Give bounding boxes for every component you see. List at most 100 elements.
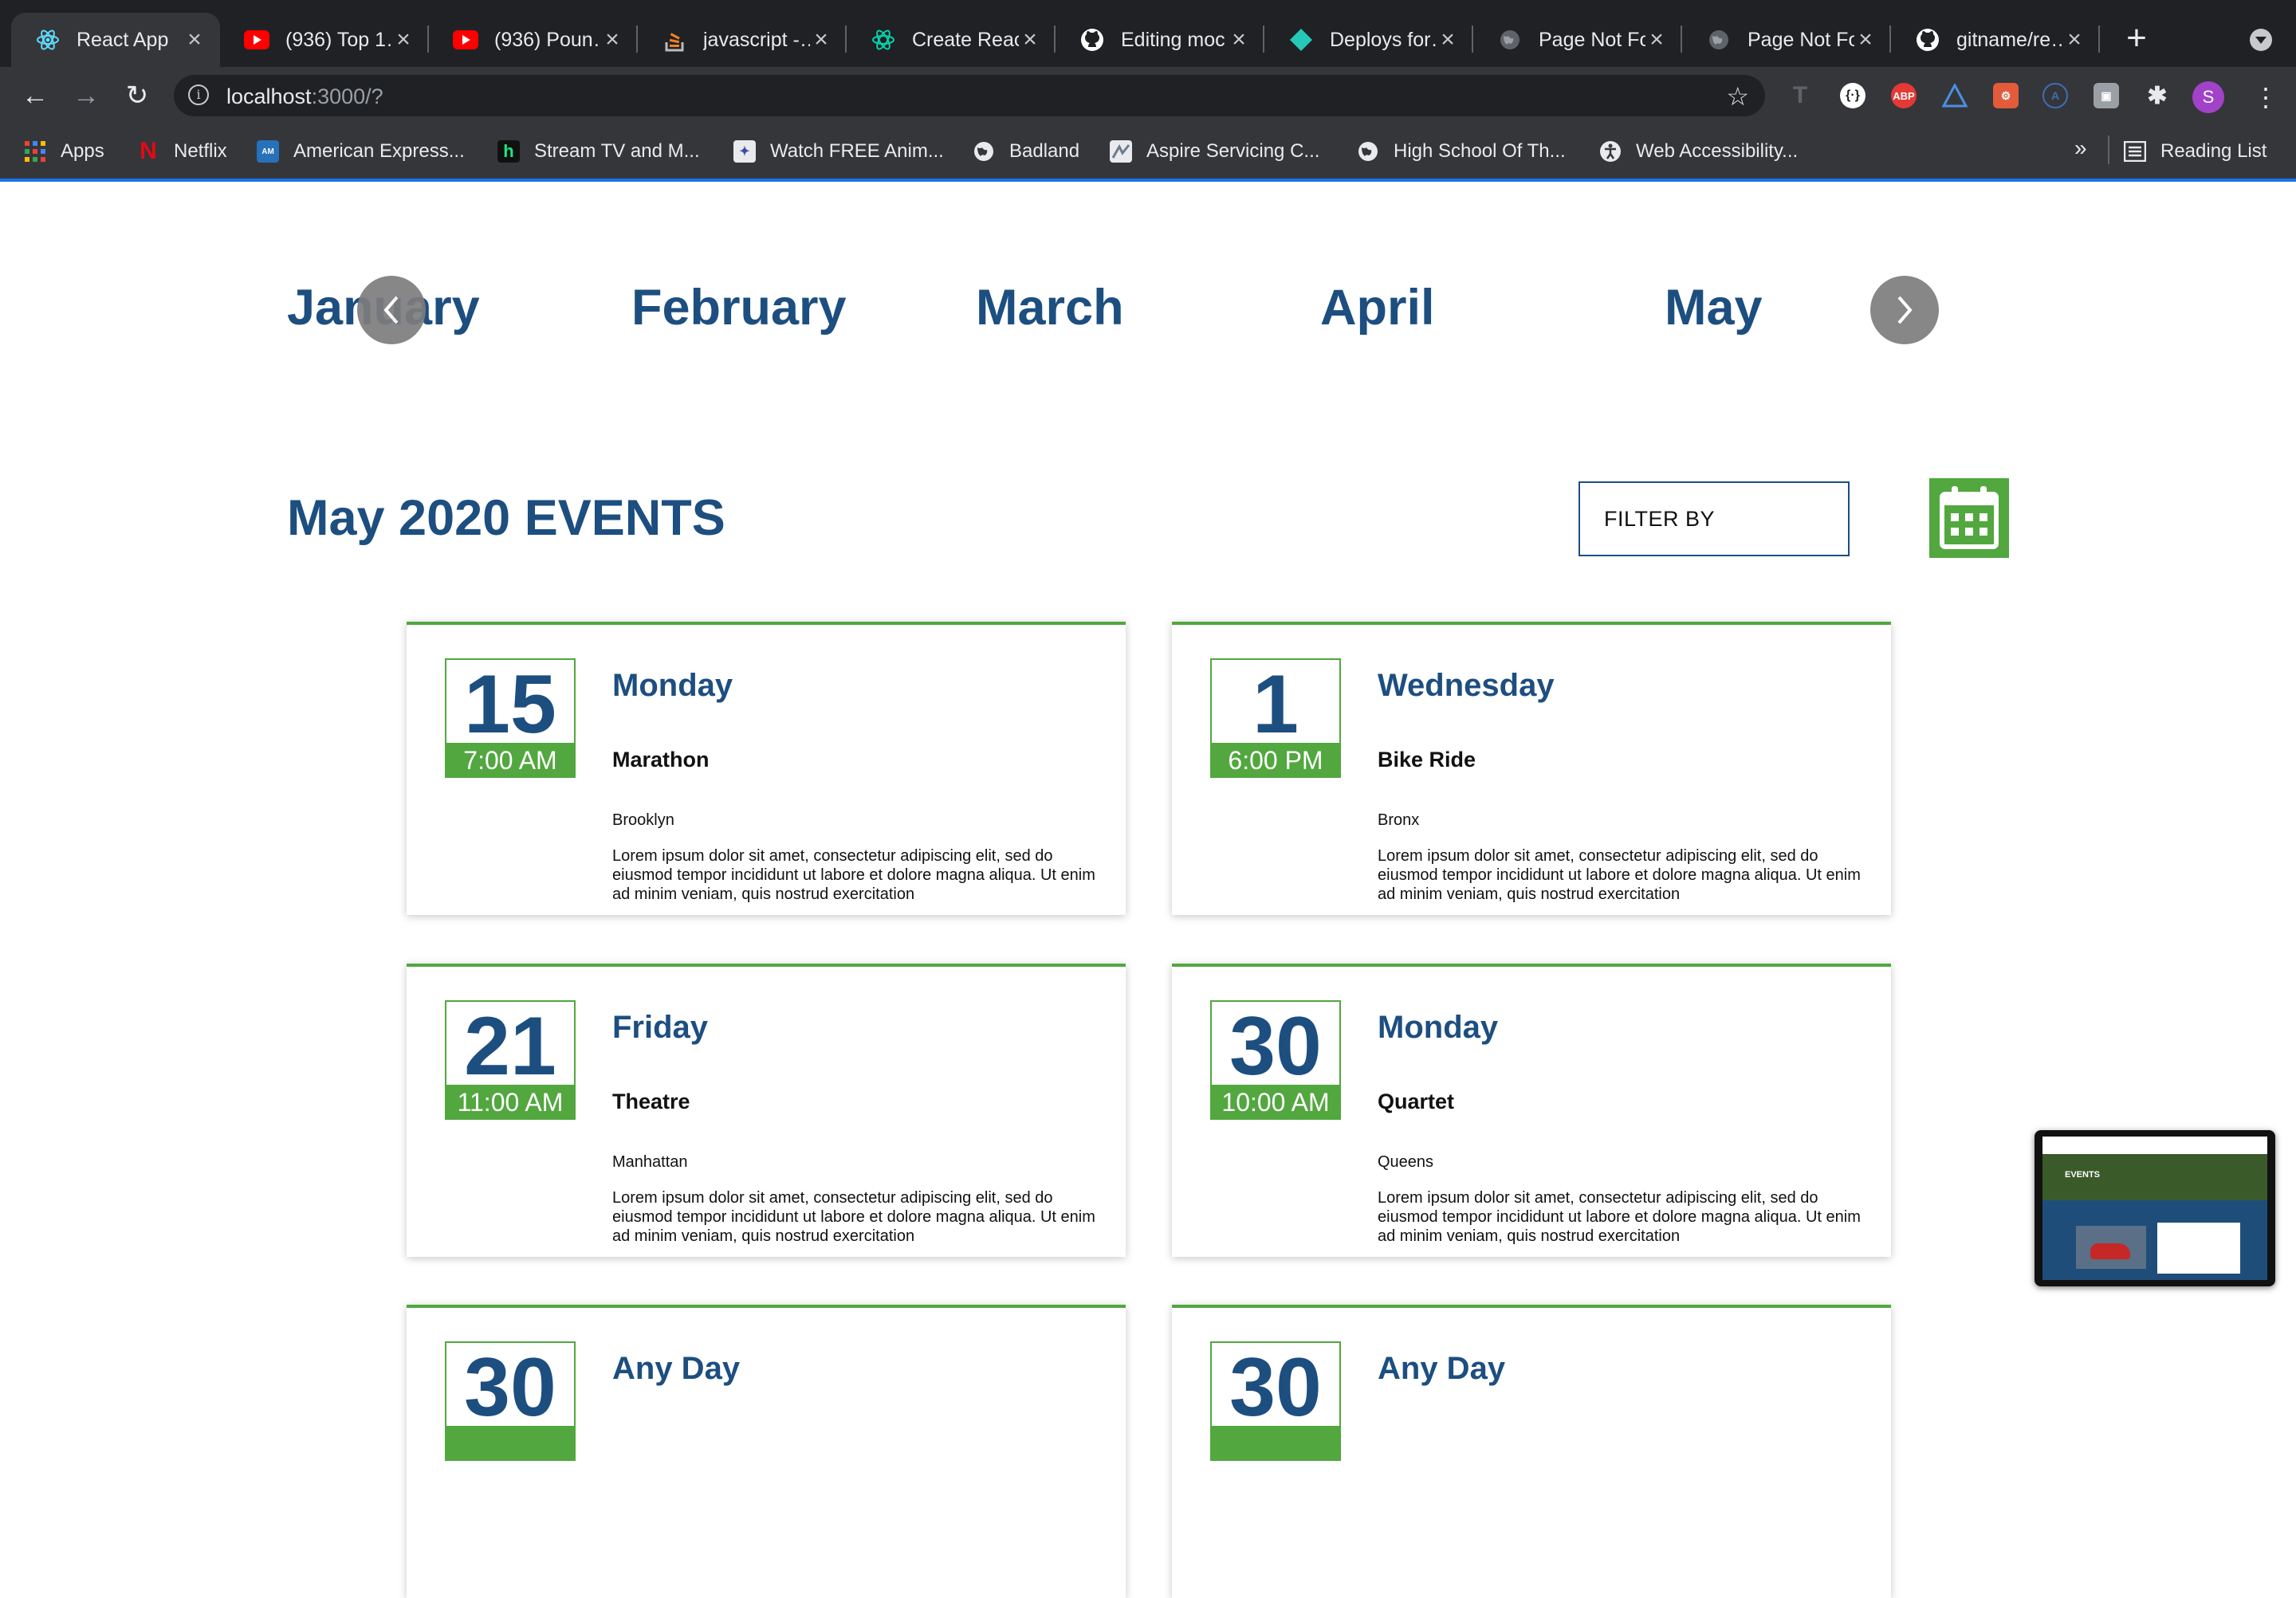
- bookmark-aspire[interactable]: Aspire Servicing C...: [1110, 134, 1319, 169]
- event-card[interactable]: 15 7:00 AM Monday Marathon Brooklyn Lore…: [407, 622, 1126, 915]
- anime-icon: ✦: [733, 140, 756, 163]
- reload-button[interactable]: ↻: [120, 78, 155, 113]
- event-card[interactable]: 21 11:00 AM Friday Theatre Manhattan Lor…: [407, 964, 1126, 1257]
- address-bar[interactable]: i localhost:3000/? ☆: [174, 75, 1765, 116]
- month-march[interactable]: March: [976, 279, 1124, 336]
- close-icon[interactable]: ×: [1854, 26, 1877, 53]
- close-icon[interactable]: ×: [1228, 26, 1250, 53]
- extension-puzzle-red-icon[interactable]: ⚙: [1993, 83, 2019, 108]
- bookmark-high-school[interactable]: High School Of Th...: [1357, 134, 1566, 169]
- close-icon[interactable]: ×: [183, 26, 206, 53]
- month-april[interactable]: April: [1320, 279, 1435, 336]
- extension-code-icon[interactable]: {·}: [1840, 83, 1866, 108]
- preview-card: [2157, 1223, 2240, 1274]
- close-icon[interactable]: ×: [1645, 26, 1668, 53]
- bookmark-apps[interactable]: Apps: [24, 134, 104, 169]
- event-card[interactable]: 30 Any Day: [1172, 1305, 1891, 1598]
- bookmarks-bar: Apps N Netflix AM American Express... h …: [0, 124, 2296, 182]
- event-card[interactable]: 30 Any Day: [407, 1305, 1126, 1598]
- close-icon[interactable]: ×: [810, 26, 832, 53]
- bookmark-web-accessibility[interactable]: Web Accessibility...: [1599, 134, 1798, 169]
- month-february[interactable]: February: [631, 279, 847, 336]
- tab-stackoverflow[interactable]: javascript -… ×: [638, 13, 847, 67]
- tab-search-icon[interactable]: [2250, 29, 2272, 51]
- tab-label: React App: [77, 28, 169, 51]
- event-day-number: 30: [1229, 1000, 1322, 1093]
- tab-label: javascript -…: [703, 28, 810, 51]
- adblock-icon[interactable]: ABP: [1891, 83, 1917, 108]
- event-name: Theatre: [612, 1090, 690, 1113]
- tab-label: Editing moc…: [1121, 28, 1228, 51]
- close-icon[interactable]: ×: [601, 26, 623, 53]
- extension-a-icon[interactable]: A: [2042, 83, 2068, 108]
- event-card[interactable]: 1 6:00 PM Wednesday Bike Ride Bronx Lore…: [1172, 622, 1891, 915]
- close-icon[interactable]: ×: [2063, 26, 2086, 53]
- close-icon[interactable]: ×: [392, 26, 415, 53]
- event-time: 6:00 PM: [1210, 743, 1341, 778]
- close-icon[interactable]: ×: [1437, 26, 1459, 53]
- tab-label: Page Not Fo…: [1539, 28, 1645, 51]
- accessibility-icon: [1599, 140, 1622, 163]
- bookmark-watch-free-anime[interactable]: ✦ Watch FREE Anim...: [733, 134, 944, 169]
- tab-label: Deploys for…: [1330, 28, 1437, 51]
- reading-list-button[interactable]: Reading List: [2124, 134, 2267, 169]
- tab-create-react-app[interactable]: Create Reac… ×: [847, 13, 1056, 67]
- tab-react-app[interactable]: React App ×: [11, 13, 220, 67]
- bookmark-netflix[interactable]: N Netflix: [137, 134, 227, 169]
- more-bookmarks-chevron-icon[interactable]: »: [2074, 135, 2087, 161]
- profile-avatar[interactable]: S: [2192, 81, 2224, 113]
- tab-label: Create Reac…: [912, 28, 1019, 51]
- preview-car-image: [2076, 1226, 2146, 1269]
- event-date-box: 30 10:00 AM: [1210, 1000, 1341, 1120]
- event-card[interactable]: 30 10:00 AM Monday Quartet Queens Lorem …: [1172, 964, 1891, 1257]
- youtube-icon: [453, 27, 478, 53]
- event-name: Marathon: [612, 748, 710, 772]
- extensions-puzzle-icon[interactable]: ✱: [2145, 83, 2170, 109]
- preview-header: [2042, 1137, 2267, 1154]
- preview-hero: EVENTS: [2042, 1154, 2267, 1200]
- bookmark-badland[interactable]: Badland: [973, 134, 1079, 169]
- close-icon[interactable]: ×: [1019, 26, 1041, 53]
- event-location: Queens: [1378, 1153, 1434, 1171]
- extension-triangle-icon[interactable]: [1942, 83, 1968, 108]
- screen-preview-thumbnail[interactable]: EVENTS: [2035, 1130, 2275, 1286]
- tab-page-not-found-2[interactable]: Page Not Fo… ×: [1682, 13, 1891, 67]
- forward-button[interactable]: →: [69, 78, 104, 113]
- bookmark-star-icon[interactable]: ☆: [1726, 81, 1749, 112]
- preview-hero-label: EVENTS: [2065, 1170, 2101, 1180]
- tab-youtube-2[interactable]: (936) Poun… ×: [429, 13, 638, 67]
- event-time: 11:00 AM: [445, 1085, 576, 1120]
- tab-netlify-deploys[interactable]: Deploys for… ×: [1264, 13, 1473, 67]
- more-menu-icon[interactable]: ⋮: [2253, 81, 2278, 113]
- url-text[interactable]: localhost:3000/?: [226, 84, 383, 109]
- youtube-icon: [244, 27, 269, 53]
- filter-by-dropdown[interactable]: FILTER BY: [1578, 481, 1850, 556]
- month-may[interactable]: May: [1665, 279, 1763, 336]
- new-tab-button[interactable]: +: [2121, 21, 2152, 56]
- tab-label: Page Not Fo…: [1748, 28, 1854, 51]
- events-heading: May 2020 EVENTS: [287, 490, 725, 546]
- carousel-prev-button[interactable]: [357, 276, 426, 344]
- extension-gray-icon[interactable]: ▣: [2094, 83, 2119, 108]
- calendar-icon: [1940, 486, 1999, 549]
- tab-page-not-found-1[interactable]: Page Not Fo… ×: [1473, 13, 1682, 67]
- tab-github-editing[interactable]: Editing moc… ×: [1056, 13, 1264, 67]
- event-date-box: 30: [1210, 1341, 1341, 1461]
- tab-github-gitname[interactable]: gitname/re… ×: [1891, 13, 2100, 67]
- event-date-box: 1 6:00 PM: [1210, 658, 1341, 778]
- url-host: localhost: [226, 84, 312, 108]
- calendar-button[interactable]: [1929, 478, 2009, 558]
- tab-youtube-1[interactable]: (936) Top 1… ×: [220, 13, 429, 67]
- aspire-icon: [1110, 140, 1132, 163]
- back-button[interactable]: ←: [18, 78, 53, 113]
- bookmark-label: American Express...: [293, 140, 465, 162]
- event-weekday: Friday: [612, 1010, 709, 1045]
- bookmark-american-express[interactable]: AM American Express...: [257, 134, 465, 169]
- apps-grid-icon: [24, 140, 46, 163]
- bookmark-stream-tv[interactable]: h Stream TV and M...: [497, 134, 700, 169]
- netflix-icon: N: [140, 138, 157, 164]
- extension-t-icon[interactable]: T: [1787, 82, 1813, 108]
- info-icon[interactable]: i: [188, 84, 209, 105]
- carousel-next-button[interactable]: [1870, 276, 1939, 344]
- chevron-right-icon: [1897, 296, 1913, 324]
